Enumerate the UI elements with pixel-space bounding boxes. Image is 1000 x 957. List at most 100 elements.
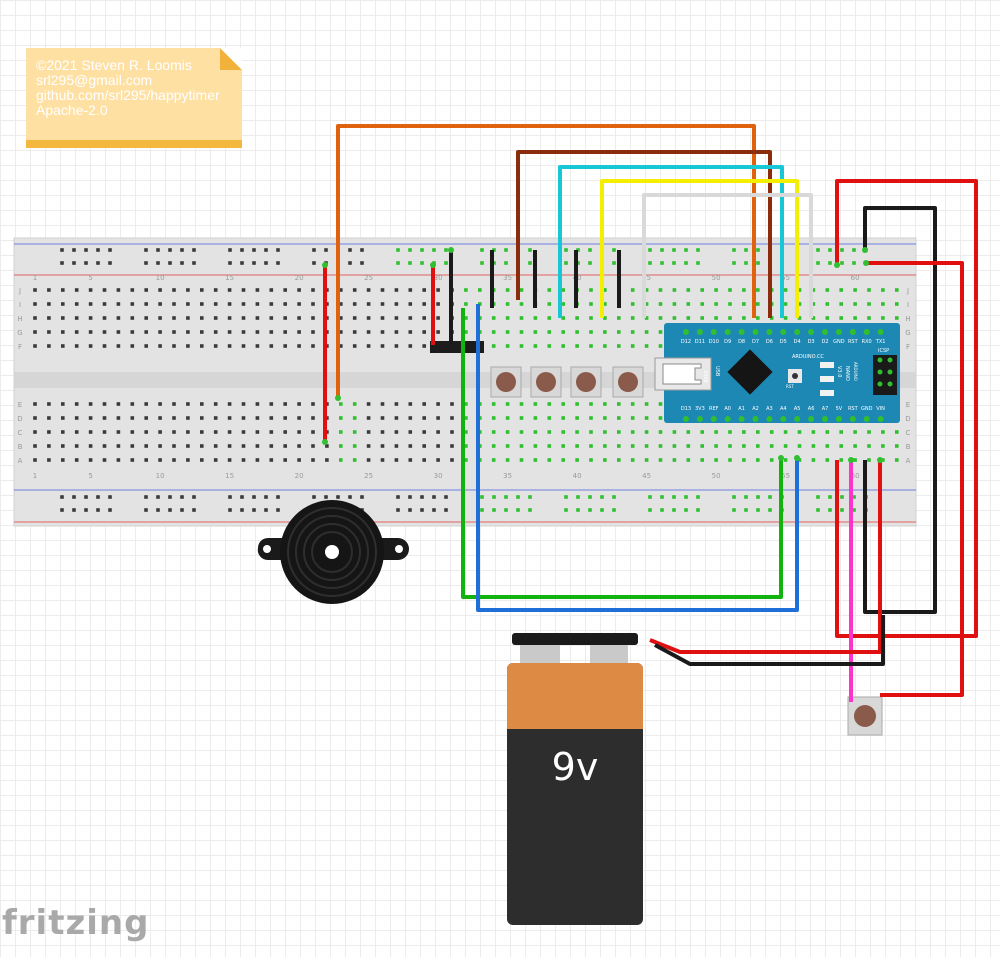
breadboard-hole: [408, 444, 413, 448]
breadboard-hole: [33, 430, 37, 434]
nano-pin-label-top: D6: [766, 339, 773, 345]
breadboard-hole: [644, 444, 649, 448]
breadboard-hole: [74, 458, 79, 462]
breadboard-hole: [380, 402, 385, 406]
breadboard-hole: [895, 430, 899, 434]
status-led: [820, 376, 834, 382]
rail-hole: [828, 508, 832, 512]
breadboard-hole: [589, 402, 593, 406]
breadboard-hole: [714, 302, 718, 306]
rail-hole: [840, 495, 844, 499]
loose-push-button-cap[interactable]: [854, 705, 876, 727]
row-letter-left: B: [18, 443, 23, 451]
version-label: V3.0: [836, 366, 842, 377]
row-letter-left: D: [17, 415, 22, 423]
breadboard-hole: [589, 288, 593, 292]
rail-hole: [588, 495, 592, 499]
rail-hole: [648, 508, 652, 512]
rail-hole: [420, 261, 424, 265]
breadboard-hole: [352, 458, 357, 462]
breadboard-hole: [728, 302, 732, 306]
breadboard-hole: [867, 458, 871, 462]
rail-hole: [60, 508, 64, 512]
breadboard-hole: [269, 316, 274, 320]
breadboard-hole: [241, 344, 246, 348]
push-button-cap[interactable]: [618, 372, 638, 392]
rail-hole: [252, 261, 256, 265]
breadboard-hole: [811, 430, 816, 434]
side-brand-label: ARDUINO: [853, 362, 858, 381]
rail-hole: [420, 495, 424, 499]
breadboard-hole: [366, 444, 371, 448]
breadboard-hole: [339, 444, 343, 448]
rail-hole: [696, 261, 700, 265]
breadboard-hole: [102, 444, 107, 448]
breadboard-hole: [61, 416, 65, 420]
breadboard-hole: [283, 444, 287, 448]
breadboard-hole: [575, 444, 579, 448]
breadboard-hole: [505, 288, 510, 292]
breadboard-hole: [422, 288, 426, 292]
breadboard-hole: [519, 458, 524, 462]
breadboard-hole: [644, 430, 649, 434]
breadboard-hole: [561, 416, 565, 420]
row-letter-right: B: [906, 443, 911, 451]
breadboard-hole: [797, 430, 802, 434]
icsp-pin: [877, 381, 883, 387]
push-button[interactable]: [612, 366, 644, 398]
rail-hole: [312, 248, 316, 252]
rail-hole: [612, 261, 616, 265]
push-button-cap[interactable]: [576, 372, 596, 392]
nano-pin-top: [766, 329, 773, 335]
breadboard-hole: [241, 416, 246, 420]
reset-button-cap: [792, 373, 798, 379]
push-button[interactable]: [570, 366, 602, 398]
breadboard-hole: [867, 444, 871, 448]
breadboard-hole: [728, 288, 732, 292]
column-number-bottom: 15: [225, 472, 234, 480]
push-button-cap[interactable]: [496, 372, 516, 392]
breadboard-hole: [561, 430, 565, 434]
breadboard-hole: [255, 416, 260, 420]
push-button[interactable]: [530, 366, 562, 398]
breadboard-hole: [839, 458, 843, 462]
breadboard-hole: [533, 344, 538, 348]
breadboard-hole: [172, 430, 176, 434]
breadboard-hole: [603, 416, 607, 420]
breadboard-hole: [227, 302, 232, 306]
breadboard-hole: [47, 288, 51, 292]
breadboard-hole: [491, 458, 496, 462]
breadboard-hole: [33, 330, 37, 334]
rail-hole: [72, 261, 76, 265]
breadboard-hole: [172, 402, 176, 406]
breadboard-hole: [366, 302, 371, 306]
breadboard-hole: [547, 430, 552, 434]
breadboard-hole: [561, 444, 565, 448]
breadboard-hole: [366, 316, 371, 320]
rail-hole: [660, 508, 664, 512]
column-number-bottom: 10: [156, 472, 165, 480]
arduino-nano[interactable]: D12 D11 D10 D9 D8 D7 D6 D5 D4 D3 D2 GND RST RX0 TX1D13…: [654, 323, 900, 423]
breadboard-hole: [700, 316, 704, 320]
breadboard-hole: [491, 402, 496, 406]
breadboard-hole: [269, 430, 274, 434]
breadboard-hole: [658, 302, 663, 306]
nano-pin-label-bottom: D13: [681, 406, 691, 412]
rst-label: RST: [786, 384, 794, 389]
loose-push-button[interactable]: [847, 696, 883, 736]
breadboard-hole: [158, 402, 162, 406]
wire-black-battery[interactable]: [654, 615, 885, 666]
breadboard-hole: [825, 444, 830, 448]
breadboard-hole: [380, 416, 385, 420]
battery-9v[interactable]: 9v: [507, 633, 643, 925]
breadboard-hole: [130, 302, 135, 306]
breadboard-hole: [408, 330, 413, 334]
push-button-cap[interactable]: [536, 372, 556, 392]
row-letter-left: I: [19, 301, 21, 309]
nano-pin-top: [822, 329, 828, 335]
breadboard-hole: [394, 444, 399, 448]
breadboard-hole: [436, 402, 440, 406]
breadboard-hole: [61, 458, 65, 462]
breadboard-hole: [172, 416, 176, 420]
push-button[interactable]: [490, 366, 522, 398]
